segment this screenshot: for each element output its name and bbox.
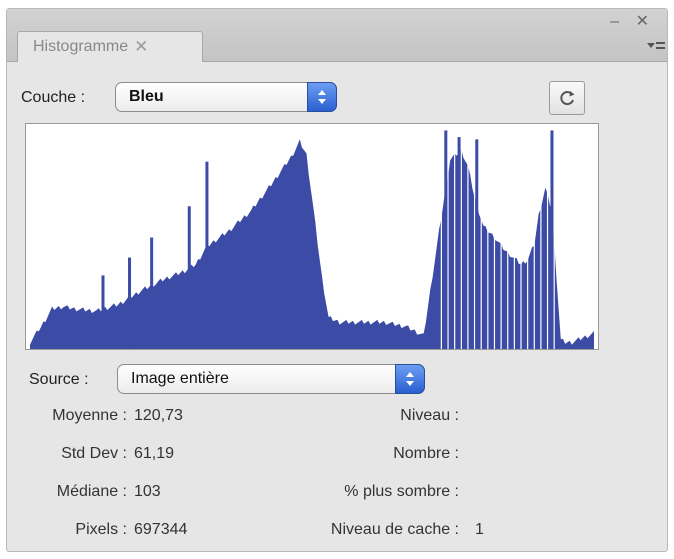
stat-median-value: 103 <box>134 483 161 500</box>
stat-stddev-value: 61,19 <box>134 445 175 462</box>
source-select[interactable]: Image entière <box>117 364 425 394</box>
histogram-spike <box>475 139 479 349</box>
channel-label: Couche : <box>21 89 86 106</box>
close-icon[interactable]: ✕ <box>134 37 148 57</box>
histogram-chart <box>30 124 594 349</box>
channel-select[interactable]: Bleu <box>115 82 337 112</box>
stat-mean-value: 120,73 <box>134 407 183 424</box>
stat-level-key: Niveau : <box>400 407 459 424</box>
histogram-graph <box>25 123 599 350</box>
refresh-icon <box>560 91 575 106</box>
panel-tab-bar: Histogramme ✕ – ✕ <box>7 9 667 62</box>
stat-count-key: Nombre : <box>393 445 459 462</box>
stat-median-key: Médiane : <box>56 483 127 500</box>
select-stepper-icon[interactable] <box>395 364 425 394</box>
stat-mean-key: Moyenne : <box>52 407 127 424</box>
stat-stddev-key: Std Dev : <box>61 445 127 462</box>
refresh-button[interactable] <box>549 81 585 115</box>
stat-pixels-key: Pixels : <box>75 521 127 538</box>
stat-cache-level-key: Niveau de cache : <box>330 521 459 538</box>
stat-percentile-key: % plus sombre : <box>344 483 459 500</box>
histogram-spike <box>205 161 209 349</box>
channel-select-value: Bleu <box>129 88 164 105</box>
tab-label: Histogramme <box>33 38 129 55</box>
stat-pixels-value: 697344 <box>134 521 188 538</box>
histogram-spike <box>101 275 105 349</box>
window-controls[interactable]: – ✕ <box>610 11 655 31</box>
source-select-value: Image entière <box>131 370 229 387</box>
stat-cache-level-value: 1 <box>475 521 484 538</box>
histogram-spike <box>457 137 461 349</box>
histogram-spike <box>550 130 554 349</box>
panel-menu-icon[interactable] <box>647 39 665 55</box>
histogram-panel: Histogramme ✕ – ✕ Couche : Bleu Source :… <box>6 8 668 552</box>
tab-histogramme[interactable]: Histogramme ✕ <box>17 31 203 62</box>
select-stepper-icon[interactable] <box>307 82 337 112</box>
histogram-spike <box>444 130 448 349</box>
histogram-spike <box>150 237 154 349</box>
histogram-spike <box>187 206 191 349</box>
histogram-spike <box>128 257 132 349</box>
histogram-area <box>30 139 594 349</box>
source-label: Source : <box>29 371 89 388</box>
